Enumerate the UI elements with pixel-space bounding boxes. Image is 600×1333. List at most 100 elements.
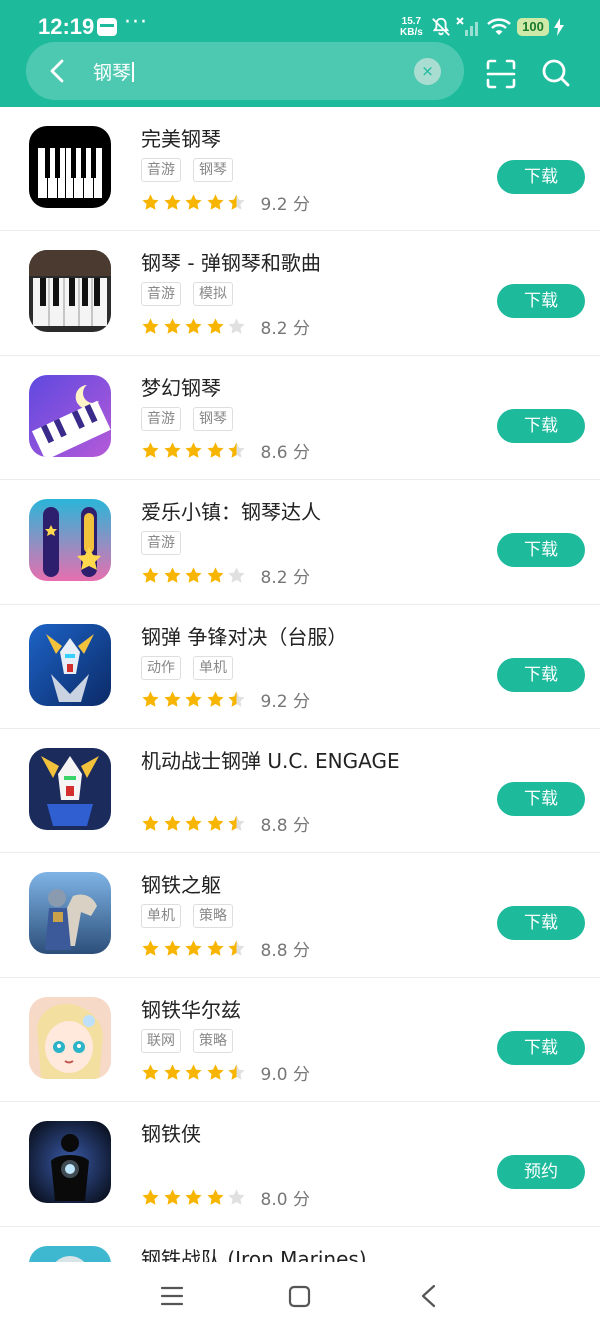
list-item[interactable]: 爱乐小镇：钢琴达人音游 8.2 分 下载 [0,480,600,605]
star-rating: 8.0 分 [141,1186,310,1210]
search-query-text: 钢琴 [93,62,132,84]
battery-indicator: 100 [517,18,549,36]
star-full-icon [163,691,181,707]
app-title[interactable]: 爱乐小镇：钢琴达人 [141,496,321,525]
star-full-icon [185,442,202,458]
list-item[interactable]: 机动战士钢弹 U.C. ENGAGE 8.8 分 下载 [0,729,600,854]
app-icon[interactable] [29,996,111,1079]
star-full-icon [185,1189,202,1205]
star-rating: 8.8 分 [141,937,310,961]
star-full-icon [206,1064,224,1080]
app-icon[interactable] [29,126,111,208]
star-rating: 9.2 分 [141,689,310,713]
app-title[interactable]: 钢铁华尔兹 [141,994,241,1023]
list-item[interactable]: 完美钢琴 音游 钢琴 9.2 分 下载 [0,107,600,232]
app-score: 8.2 分 [260,567,310,588]
download-button[interactable]: 下载 [497,284,585,319]
app-tag: 钢琴 [193,406,233,431]
list-item[interactable]: 钢铁侠 8.0 分 预约 [0,1102,600,1227]
star-full-icon [163,567,181,583]
download-button[interactable]: 下载 [497,533,585,568]
back-arrow-icon[interactable] [44,57,72,85]
star-full-icon [206,318,224,334]
system-nav-bar [0,1262,600,1333]
app-icon[interactable] [29,499,111,582]
app-tags: 音游 [141,531,193,556]
app-tag: 单机 [193,655,233,680]
app-score: 8.8 分 [260,940,310,961]
star-half-icon [228,940,245,956]
search-input[interactable]: 钢琴 [93,58,135,85]
search-bar[interactable]: 钢琴 × [26,42,464,100]
star-full-icon [142,940,159,956]
app-title[interactable]: 梦幻钢琴 [141,372,221,401]
star-full-icon [142,567,159,583]
calendar-icon [97,18,117,36]
star-full-icon [142,442,159,458]
star-full-icon [206,193,224,210]
app-score: 9.2 分 [260,692,310,713]
star-full-icon [185,691,202,707]
nav-back-icon[interactable] [419,1284,439,1308]
star-full-icon [142,1189,159,1205]
download-button[interactable]: 下载 [497,408,585,443]
star-empty-icon [228,1189,245,1205]
app-icon[interactable] [29,1245,111,1262]
list-item[interactable]: 钢琴 - 弹钢琴和歌曲 音游 模拟 8.2 分 下载 [0,231,600,356]
download-button[interactable]: 下载 [497,1030,585,1065]
star-full-icon [163,318,181,334]
scan-icon[interactable] [485,58,517,90]
app-title[interactable]: 完美钢琴 [141,123,221,152]
clear-search-button[interactable]: × [414,58,441,85]
app-title[interactable]: 钢铁战队 (Iron Marines) [141,1243,367,1262]
star-full-icon [163,1064,181,1080]
wifi-icon [487,18,511,35]
app-icon[interactable] [29,250,111,333]
reserve-button[interactable]: 预约 [497,1155,585,1190]
app-score: 8.8 分 [260,816,310,837]
bell-muted-icon [432,17,450,36]
list-item[interactable]: 钢铁华尔兹 联网 策略 9.0 分 下载 [0,978,600,1103]
search-results-list[interactable]: 完美钢琴 音游 钢琴 9.2 分下载 钢琴 - 弹钢琴和歌曲 音游 模拟 8.2 分下载 梦幻钢… [0,107,600,1262]
star-full-icon [185,1064,202,1080]
list-item[interactable]: 钢铁战队 (Iron Marines) [0,1227,600,1262]
app-title[interactable]: 钢铁之躯 [141,869,221,898]
app-icon[interactable] [29,872,111,955]
app-title[interactable]: 钢弹 争锋对决（台服） [141,621,347,650]
app-icon[interactable] [29,1121,111,1204]
star-full-icon [142,193,159,210]
app-tags: 音游 模拟 [141,282,245,307]
star-empty-icon [228,318,245,334]
star-empty-icon [228,567,245,583]
star-full-icon [185,567,202,583]
star-half-icon [228,193,245,210]
list-item[interactable]: 钢铁之躯单机 策略 8.8 分 下载 [0,853,600,978]
app-tag: 策略 [193,904,233,929]
star-full-icon [206,567,224,583]
app-title[interactable]: 钢铁侠 [141,1118,201,1147]
download-button[interactable]: 下载 [497,657,585,692]
list-item[interactable]: 梦幻钢琴 音游 钢琴 8.6 分 下载 [0,356,600,481]
app-tag: 单机 [141,904,181,929]
app-title[interactable]: 钢琴 - 弹钢琴和歌曲 [141,247,321,276]
star-full-icon [142,815,159,832]
download-button[interactable]: 下载 [497,781,585,816]
star-full-icon [185,815,202,832]
star-full-icon [185,940,202,956]
app-tags: 动作 单机 [141,655,245,680]
app-icon[interactable] [29,623,111,706]
star-rating: 8.6 分 [141,440,310,463]
star-full-icon [163,442,181,458]
app-icon[interactable] [29,747,111,830]
app-icon[interactable] [29,374,111,457]
search-icon[interactable] [541,58,571,88]
charging-bolt-icon [554,18,564,36]
home-icon[interactable] [288,1285,311,1308]
app-tags: 联网 策略 [141,1028,245,1053]
app-title[interactable]: 机动战士钢弹 U.C. ENGAGE [141,745,400,774]
download-button[interactable]: 下载 [497,906,585,941]
menu-icon[interactable] [160,1284,184,1308]
download-button[interactable]: 下载 [497,160,585,194]
list-item[interactable]: 钢弹 争锋对决（台服） 动作 单机 9.2 分 下载 [0,605,600,729]
text-cursor [132,62,135,82]
